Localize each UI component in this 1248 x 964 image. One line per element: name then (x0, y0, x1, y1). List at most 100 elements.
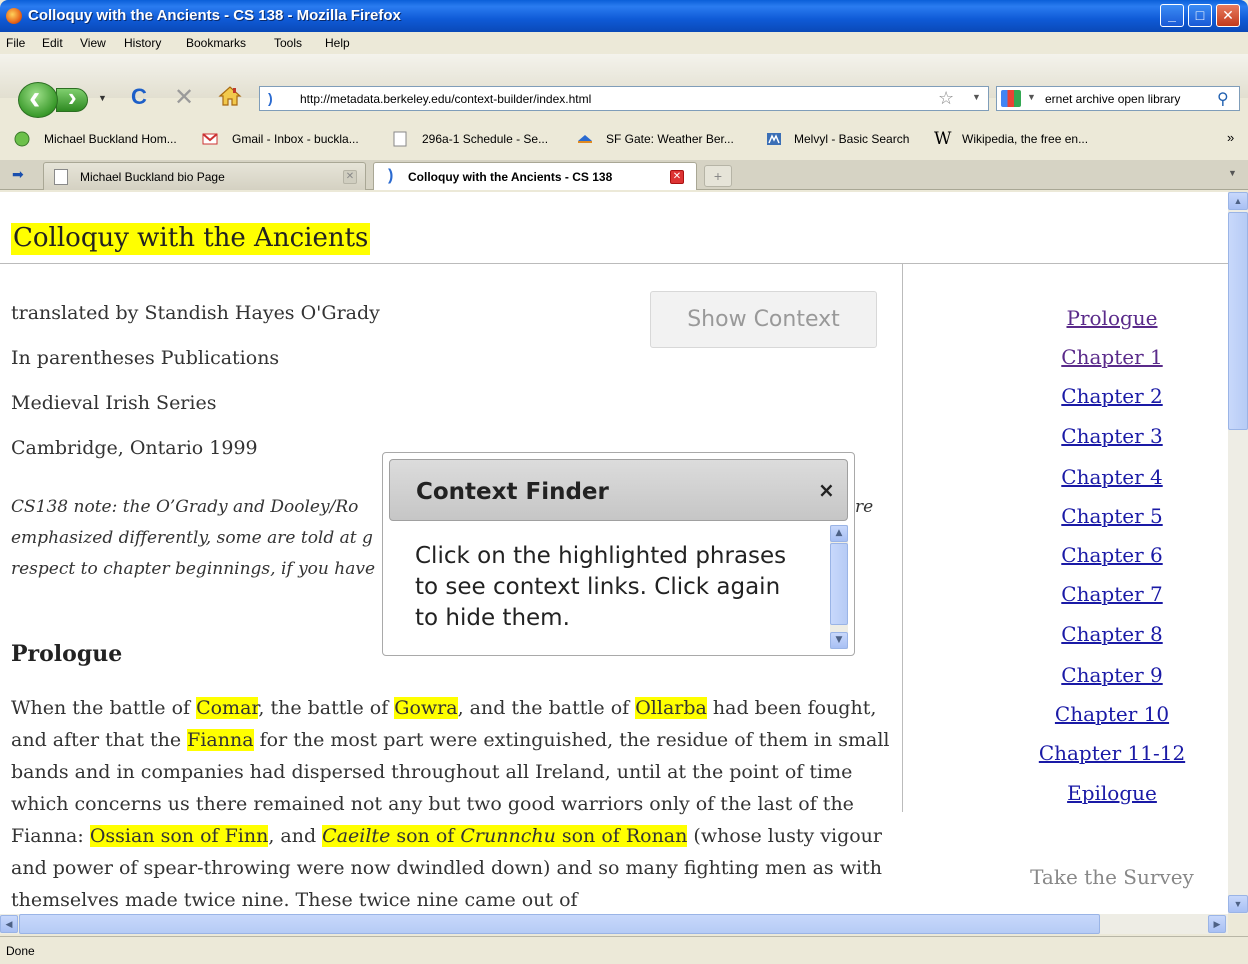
toc-link-chapter-1[interactable]: Chapter 1 (912, 345, 1228, 369)
horizontal-scroll-thumb[interactable] (19, 914, 1100, 934)
menu-history[interactable]: History (124, 36, 161, 50)
page-icon (54, 169, 68, 185)
bookmark-296a-schedule[interactable]: 296a-1 Schedule - Se... (422, 132, 548, 146)
search-icon[interactable]: ⚲ (1217, 89, 1229, 109)
search-bar[interactable]: ▼ ernet archive open library ⚲ (996, 86, 1240, 111)
series-line: Medieval Irish Series (11, 392, 217, 414)
forward-button[interactable] (56, 82, 88, 113)
show-context-button[interactable]: Show Context (650, 291, 877, 348)
menu-tools[interactable]: Tools (274, 36, 302, 50)
toc-link-chapter-11-12[interactable]: Chapter 11-12 (912, 741, 1228, 765)
bookmark-star-icon[interactable]: ☆ (938, 88, 954, 109)
note-line-2: emphasized differently, some are told at… (11, 528, 373, 548)
prologue-text: When the battle of Comar, the battle of … (11, 692, 891, 914)
home-icon[interactable] (218, 84, 242, 108)
page-viewport: Colloquy with the Ancients translated by… (0, 192, 1228, 914)
minimize-button[interactable]: _ (1160, 4, 1184, 27)
back-button[interactable] (18, 79, 58, 118)
tab-scroll-arrow-icon[interactable]: ➡ (12, 166, 24, 183)
wikipedia-icon: W (934, 129, 952, 149)
highlight-caeilte[interactable]: Caeilte son of Crunnchu son of Ronan (322, 825, 688, 847)
scroll-down-arrow-icon[interactable]: ▼ (1228, 895, 1248, 913)
bookmarks-overflow-chevron-icon[interactable]: » (1227, 130, 1234, 145)
url-dropdown-icon[interactable]: ▼ (972, 92, 981, 102)
toc-link-chapter-8[interactable]: Chapter 8 (912, 622, 1228, 646)
new-tab-button[interactable]: + (704, 165, 732, 187)
melvyl-icon (767, 133, 781, 145)
site-identity-icon: ) (388, 167, 402, 184)
tab-list-dropdown-icon[interactable]: ▼ (1228, 168, 1237, 178)
toc-link-epilogue[interactable]: Epilogue (912, 781, 1228, 805)
stop-icon[interactable]: ✕ (174, 83, 194, 112)
highlight-fianna[interactable]: Fianna (187, 729, 254, 751)
bookmark-sf-gate-weather[interactable]: SF Gate: Weather Ber... (606, 132, 734, 146)
bookmark-gmail[interactable]: Gmail - Inbox - buckla... (232, 132, 359, 146)
url-text[interactable]: http://metadata.berkeley.edu/context-bui… (300, 92, 591, 106)
status-bar: Done (0, 936, 1248, 964)
search-input[interactable]: ernet archive open library (1045, 92, 1180, 106)
publisher-line: In parentheses Publications (11, 347, 280, 369)
note-line-3: respect to chapter beginnings, if you ha… (11, 559, 376, 579)
url-bar[interactable]: ) http://metadata.berkeley.edu/context-b… (259, 86, 989, 111)
dialog-scrollbar[interactable]: ▲ ▼ (830, 525, 848, 649)
search-engine-dropdown-icon[interactable]: ▼ (1027, 92, 1036, 102)
context-finder-dialog: Context Finder × Click on the highlighte… (382, 452, 855, 656)
translator-line: translated by Standish Hayes O'Grady (11, 302, 380, 324)
menu-file[interactable]: File (6, 36, 25, 50)
toc-link-chapter-2[interactable]: Chapter 2 (912, 384, 1228, 408)
toc-link-chapter-4[interactable]: Chapter 4 (912, 465, 1228, 489)
tab-close-icon[interactable]: ✕ (670, 170, 684, 184)
toc-link-chapter-9[interactable]: Chapter 9 (912, 663, 1228, 687)
gmail-icon (202, 133, 218, 145)
firefox-icon (6, 8, 22, 24)
reload-icon[interactable]: C (131, 84, 147, 110)
scroll-left-arrow-icon[interactable]: ◀ (0, 915, 18, 933)
search-engine-icon[interactable] (1001, 90, 1021, 107)
dialog-header[interactable]: Context Finder × (389, 459, 848, 521)
dialog-body-text: Click on the highlighted phrases to see … (415, 543, 787, 631)
bookmark-wikipedia[interactable]: Wikipedia, the free en... (962, 132, 1088, 146)
bookmark-michael-buckland[interactable]: Michael Buckland Hom... (44, 132, 177, 146)
tab-michael-buckland-bio[interactable]: Michael Buckland bio Page ✕ (43, 162, 366, 190)
scroll-up-arrow-icon[interactable]: ▲ (830, 525, 848, 542)
caeilte-son-of-ronan: son of Ronan (555, 825, 688, 847)
highlight-ossian[interactable]: Ossian son of Finn (89, 825, 269, 847)
dialog-title: Context Finder (416, 479, 609, 505)
toc-link-chapter-7[interactable]: Chapter 7 (912, 582, 1228, 606)
menu-help[interactable]: Help (325, 36, 350, 50)
tab-colloquy[interactable]: ) Colloquy with the Ancients - CS 138 ✕ (373, 162, 697, 190)
dialog-scroll-thumb[interactable] (830, 543, 848, 625)
menu-edit[interactable]: Edit (42, 36, 63, 50)
highlight-ollarba[interactable]: Ollarba (635, 697, 707, 719)
toc-link-chapter-5[interactable]: Chapter 5 (912, 504, 1228, 528)
toc-link-prologue[interactable]: Prologue (912, 306, 1228, 330)
menu-bar: File Edit View History Bookmarks Tools H… (0, 32, 1248, 54)
window-titlebar: Colloquy with the Ancients - CS 138 - Mo… (0, 0, 1248, 32)
toc-link-chapter-3[interactable]: Chapter 3 (912, 424, 1228, 448)
scroll-up-arrow-icon[interactable]: ▲ (1228, 192, 1248, 210)
body-text-segment: , and the battle of (457, 697, 636, 719)
title-divider (0, 263, 1228, 264)
caeilte-name: Caeilte (322, 825, 391, 847)
menu-bookmarks[interactable]: Bookmarks (186, 36, 246, 50)
page-icon (393, 131, 407, 147)
site-identity-icon[interactable]: ) (268, 90, 282, 106)
status-text: Done (6, 944, 35, 958)
bookmark-melvyl[interactable]: Melvyl - Basic Search (794, 132, 909, 146)
close-window-button[interactable]: ✕ (1216, 4, 1240, 27)
toc-link-chapter-10[interactable]: Chapter 10 (912, 702, 1228, 726)
maximize-button[interactable]: □ (1188, 4, 1212, 27)
tab-close-icon[interactable]: ✕ (343, 170, 357, 184)
take-the-survey-link[interactable]: Take the Survey (912, 865, 1228, 889)
crunnchu-name: Crunnchu (460, 825, 556, 847)
history-dropdown-icon[interactable]: ▼ (98, 93, 107, 103)
vertical-scroll-thumb[interactable] (1228, 212, 1248, 430)
scroll-right-arrow-icon[interactable]: ▶ (1208, 915, 1226, 933)
highlight-comar[interactable]: Comar (196, 697, 259, 719)
toc-link-chapter-6[interactable]: Chapter 6 (912, 543, 1228, 567)
scroll-down-arrow-icon[interactable]: ▼ (830, 632, 848, 649)
dialog-close-icon[interactable]: × (818, 478, 835, 502)
highlight-gowra[interactable]: Gowra (394, 697, 458, 719)
menu-view[interactable]: View (80, 36, 106, 50)
caeilte-son-of: son of (390, 825, 461, 847)
